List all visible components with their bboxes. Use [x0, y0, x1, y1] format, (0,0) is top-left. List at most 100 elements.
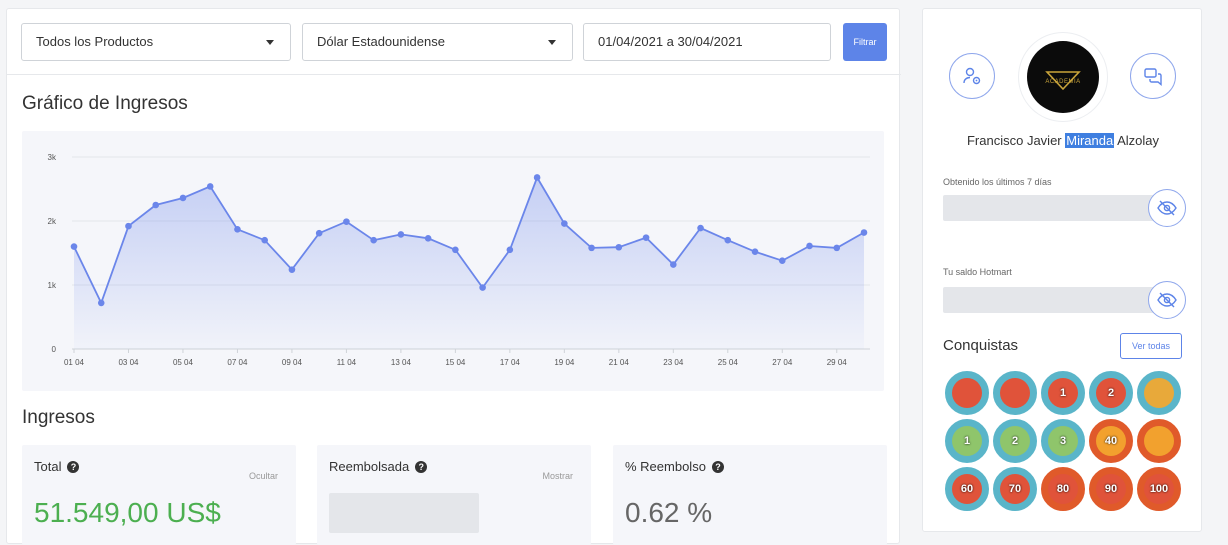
total-card: Total ? Ocultar 51.549,00 US$	[22, 445, 296, 545]
product-select[interactable]: Todos los Productos	[21, 23, 291, 61]
balance-label: Tu saldo Hotmart	[943, 267, 1012, 277]
toggle-last7-visibility-button[interactable]	[1148, 189, 1186, 227]
achievement-badge[interactable]: 1	[1041, 371, 1085, 415]
revenue-point[interactable]	[397, 231, 405, 238]
revenue-point[interactable]	[806, 242, 813, 250]
revenue-point[interactable]	[833, 244, 841, 252]
x-tick-label: 11 04	[337, 358, 357, 367]
achievement-badge[interactable]: 1	[945, 419, 989, 463]
achievement-badge[interactable]	[1137, 371, 1181, 415]
revenue-point[interactable]	[452, 246, 459, 254]
revenue-point[interactable]	[125, 222, 132, 230]
refunded-card: Reembolsada ? Mostrar	[317, 445, 591, 545]
revenue-point[interactable]	[97, 299, 105, 307]
date-range-value: 01/04/2021 a 30/04/2021	[598, 34, 743, 49]
revenue-point[interactable]	[697, 224, 704, 232]
user-last-name: Alzolay	[1114, 133, 1160, 148]
currency-select[interactable]: Dólar Estadounidense	[302, 23, 573, 61]
user-first-name: Francisco Javier	[966, 133, 1066, 148]
revenue-point[interactable]	[234, 226, 241, 233]
achievement-badge[interactable]: 100	[1137, 467, 1181, 511]
revenue-point[interactable]	[70, 243, 78, 250]
filter-button[interactable]: Filtrar	[843, 23, 887, 61]
revenue-point[interactable]	[642, 234, 650, 241]
messages-button[interactable]	[1130, 53, 1176, 99]
achievement-badge-icon: 70	[1000, 474, 1030, 504]
achievement-badge-icon	[1000, 378, 1030, 408]
eye-off-icon	[1157, 200, 1177, 216]
achievement-badge[interactable]: 80	[1041, 467, 1085, 511]
revenue-point[interactable]	[479, 284, 486, 291]
achievement-badge[interactable]: 3	[1041, 419, 1085, 463]
revenue-chart-svg: 0 1k 2k 3k 01 04 03 04 05 04 07 04 09 04 11 04 13 …	[48, 153, 870, 367]
achievement-badge-icon: 80	[1048, 474, 1078, 504]
revenue-point[interactable]	[152, 201, 160, 209]
achievement-badge-icon: 60	[952, 474, 982, 504]
profile-settings-button[interactable]	[949, 53, 995, 99]
date-range-input[interactable]: 01/04/2021 a 30/04/2021	[583, 23, 831, 61]
revenue-point[interactable]	[179, 194, 187, 202]
hide-total-link[interactable]: Ocultar	[249, 471, 278, 481]
achievement-badge[interactable]: 70	[993, 467, 1037, 511]
revenue-chart: 0 1k 2k 3k 01 04 03 04 05 04 07 04 09 04 11 04 13 …	[22, 131, 884, 391]
revenue-point[interactable]	[343, 218, 350, 225]
chart-section-title: Gráfico de Ingresos	[22, 93, 188, 114]
refunded-card-header: Reembolsada ?	[329, 459, 428, 474]
revenue-point[interactable]	[751, 248, 759, 256]
revenue-point[interactable]	[315, 229, 323, 237]
help-icon[interactable]: ?	[711, 460, 724, 473]
revenue-point[interactable]	[424, 234, 432, 242]
achievement-badge[interactable]: 2	[1089, 371, 1133, 415]
achievement-badge[interactable]: 2	[993, 419, 1037, 463]
revenue-point[interactable]	[724, 236, 732, 244]
revenue-point[interactable]	[778, 257, 786, 264]
achievements-title: Conquistas	[943, 337, 1019, 354]
achievement-badge-icon: 90	[1096, 474, 1126, 504]
achievement-badge[interactable]: 90	[1089, 467, 1133, 511]
x-tick-label: 17 04	[500, 358, 521, 367]
x-tick-label: 13 04	[391, 358, 412, 367]
achievement-badge[interactable]	[993, 371, 1037, 415]
revenue-point[interactable]	[615, 243, 623, 251]
revenue-point[interactable]	[588, 244, 595, 252]
achievement-badge[interactable]: 40	[1089, 419, 1133, 463]
avatar: ACADEMIA	[1019, 33, 1107, 121]
revenue-point[interactable]	[370, 236, 377, 244]
chat-icon	[1144, 68, 1162, 86]
revenue-point[interactable]	[206, 183, 214, 190]
toggle-balance-visibility-button[interactable]	[1148, 281, 1186, 319]
revenue-point[interactable]	[670, 261, 677, 268]
eye-off-icon	[1157, 292, 1177, 308]
x-tick-label: 25 04	[718, 358, 739, 367]
x-tick-label: 27 04	[772, 358, 793, 367]
user-settings-icon	[963, 67, 981, 85]
achievement-badge[interactable]: 60	[945, 467, 989, 511]
refund-pct-card-header: % Reembolso ?	[625, 459, 724, 474]
achievement-badge[interactable]	[1137, 419, 1181, 463]
revenue-point[interactable]	[561, 220, 568, 227]
achievement-badge-icon: 1	[1048, 378, 1078, 408]
help-icon[interactable]: ?	[415, 460, 428, 473]
product-select-value: Todos los Productos	[36, 34, 154, 49]
help-icon[interactable]: ?	[67, 460, 80, 473]
achievement-badge-icon: 100	[1144, 474, 1174, 504]
total-card-header: Total ?	[34, 459, 80, 474]
revenue-point[interactable]	[288, 266, 296, 273]
revenue-point[interactable]	[506, 246, 514, 254]
show-refunded-link[interactable]: Mostrar	[542, 471, 573, 481]
revenue-point[interactable]	[261, 236, 268, 244]
y-tick-label: 0	[52, 345, 57, 354]
main-panel: Todos los Productos Dólar Estadounidense…	[6, 8, 901, 545]
x-tick-label: 03 04	[118, 358, 139, 367]
revenue-point[interactable]	[860, 229, 868, 236]
x-tick-label: 05 04	[173, 358, 194, 367]
x-tick-label: 23 04	[663, 358, 684, 367]
avatar-image: ACADEMIA	[1027, 41, 1099, 113]
total-value: 51.549,00 US$	[34, 497, 221, 528]
achievement-badge[interactable]	[945, 371, 989, 415]
refunded-value-placeholder	[329, 493, 479, 533]
refund-pct-card: % Reembolso ? 0.62 %	[613, 445, 887, 545]
view-all-achievements-button[interactable]: Ver todas	[1120, 333, 1182, 359]
revenue-point[interactable]	[533, 174, 541, 181]
chevron-down-icon	[266, 40, 274, 45]
